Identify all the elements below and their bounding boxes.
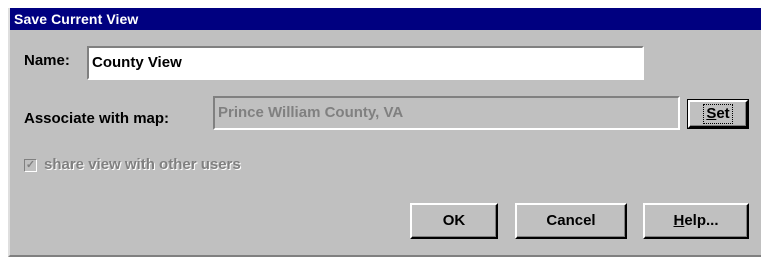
set-map-button[interactable]: Set <box>687 99 749 129</box>
set-button-focus: Set <box>703 104 733 124</box>
help-button-label-rest: elp... <box>684 212 719 229</box>
share-view-checkbox[interactable]: ✓ <box>24 159 37 172</box>
checkmark-icon: ✓ <box>25 159 36 171</box>
dialog-title-bar: Save Current View <box>10 8 761 30</box>
share-view-label: share view with other users <box>44 156 241 173</box>
ok-button[interactable]: OK <box>410 203 498 239</box>
name-label: Name: <box>24 52 70 69</box>
help-button[interactable]: Help... <box>643 203 749 239</box>
associated-map-field: Prince William County, VA <box>213 96 680 130</box>
set-button-label-rest: et <box>716 105 730 122</box>
set-button-mnemonic: S <box>706 105 717 122</box>
background-strip <box>0 0 761 8</box>
name-input[interactable]: County View <box>87 46 644 80</box>
save-current-view-dialog: Save Current View Name: County View Asso… <box>8 8 761 257</box>
help-button-mnemonic: H <box>673 212 685 229</box>
associate-map-label: Associate with map: <box>24 110 170 127</box>
dialog-title: Save Current View <box>14 11 139 27</box>
cancel-button[interactable]: Cancel <box>515 203 627 239</box>
